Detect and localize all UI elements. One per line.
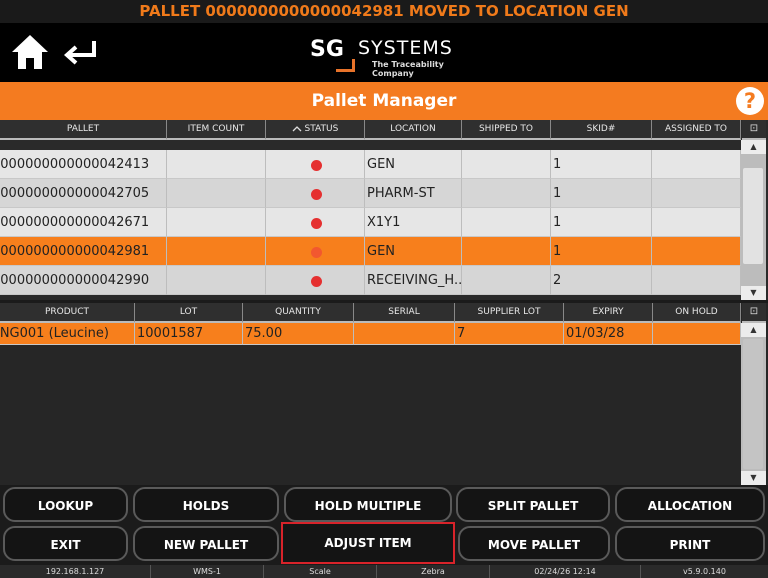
new-pallet-button[interactable]: NEW PALLET	[133, 526, 279, 561]
column-header-pallet[interactable]: PALLET	[0, 120, 167, 140]
status-station: WMS-1	[151, 565, 264, 578]
column-header-shipped-to[interactable]: SHIPPED TO	[462, 120, 551, 140]
logo-mark: SG	[310, 35, 355, 72]
logo-name: SYSTEMS	[358, 37, 453, 59]
adjust-item-button[interactable]: ADJUST ITEM	[281, 522, 455, 564]
column-header-item-count[interactable]: ITEM COUNT	[167, 120, 266, 140]
status-indicator	[310, 160, 322, 171]
column-header-location[interactable]: LOCATION	[365, 120, 462, 140]
status-indicator	[310, 276, 322, 287]
item-table-scrollbar[interactable]: ▲ ▼	[741, 323, 766, 485]
status-indicator	[310, 189, 322, 200]
column-header-lot[interactable]: LOT	[135, 303, 243, 323]
status-printer: Zebra	[377, 565, 490, 578]
holds-button[interactable]: HOLDS	[133, 487, 279, 522]
help-icon[interactable]: ?	[736, 87, 764, 115]
status-indicator	[310, 247, 322, 258]
page-title: Pallet Manager	[311, 91, 457, 111]
hold-multiple-button[interactable]: HOLD MULTIPLE	[284, 487, 452, 522]
column-header-assigned-to[interactable]: ASSIGNED TO	[652, 120, 741, 140]
back-arrow-icon[interactable]	[60, 37, 100, 69]
logo-tagline: The Traceability Company	[372, 60, 444, 78]
column-chooser-icon[interactable]: ⊡	[742, 120, 766, 140]
company-logo: SG SYSTEMS The Traceability Company	[310, 35, 470, 78]
pallet-table: PALLET ITEM COUNT STATUS LOCATION SHIPPE…	[0, 120, 768, 300]
item-table: PRODUCT LOT QUANTITY SERIAL SUPPLIER LOT…	[0, 303, 768, 485]
column-header-product[interactable]: PRODUCT	[0, 303, 135, 323]
notification-banner: PALLET 0000000000000042981 MOVED TO LOCA…	[0, 0, 768, 23]
status-bar: 192.168.1.127 WMS-1 Scale Zebra 02/24/26…	[0, 565, 768, 578]
status-indicator	[310, 218, 322, 229]
column-header-on-hold[interactable]: ON HOLD	[653, 303, 741, 323]
scroll-up-icon[interactable]: ▲	[741, 323, 766, 337]
column-header-quantity[interactable]: QUANTITY	[243, 303, 354, 323]
scroll-thumb[interactable]	[743, 339, 763, 469]
scroll-down-icon[interactable]: ▼	[741, 286, 766, 300]
status-version: v5.9.0.140	[683, 567, 726, 576]
page-title-bar: Pallet Manager ?	[0, 82, 768, 120]
sort-ascending-icon	[292, 126, 302, 132]
exit-button[interactable]: EXIT	[3, 526, 128, 561]
allocation-button[interactable]: ALLOCATION	[615, 487, 765, 522]
lookup-button[interactable]: LOOKUP	[3, 487, 128, 522]
column-header-supplier-lot[interactable]: SUPPLIER LOT	[455, 303, 564, 323]
column-header-expiry[interactable]: EXPIRY	[564, 303, 653, 323]
column-header-skid[interactable]: SKID#	[551, 120, 652, 140]
column-header-serial[interactable]: SERIAL	[354, 303, 455, 323]
status-datetime: 02/24/26 12:14	[490, 565, 641, 578]
move-pallet-button[interactable]: MOVE PALLET	[458, 526, 610, 561]
home-icon[interactable]	[10, 33, 50, 71]
scroll-down-icon[interactable]: ▼	[741, 471, 766, 485]
scroll-up-icon[interactable]: ▲	[741, 140, 766, 154]
header-bar: SG SYSTEMS The Traceability Company	[0, 23, 768, 82]
split-pallet-button[interactable]: SPLIT PALLET	[456, 487, 610, 522]
status-ip: 192.168.1.127	[0, 565, 151, 578]
print-button[interactable]: PRINT	[615, 526, 765, 561]
scroll-thumb[interactable]	[743, 168, 763, 264]
column-header-status[interactable]: STATUS	[266, 120, 365, 140]
pallet-table-scrollbar[interactable]: ▲ ▼	[741, 140, 766, 300]
status-scale: Scale	[264, 565, 377, 578]
column-chooser-icon[interactable]: ⊡	[742, 303, 766, 323]
